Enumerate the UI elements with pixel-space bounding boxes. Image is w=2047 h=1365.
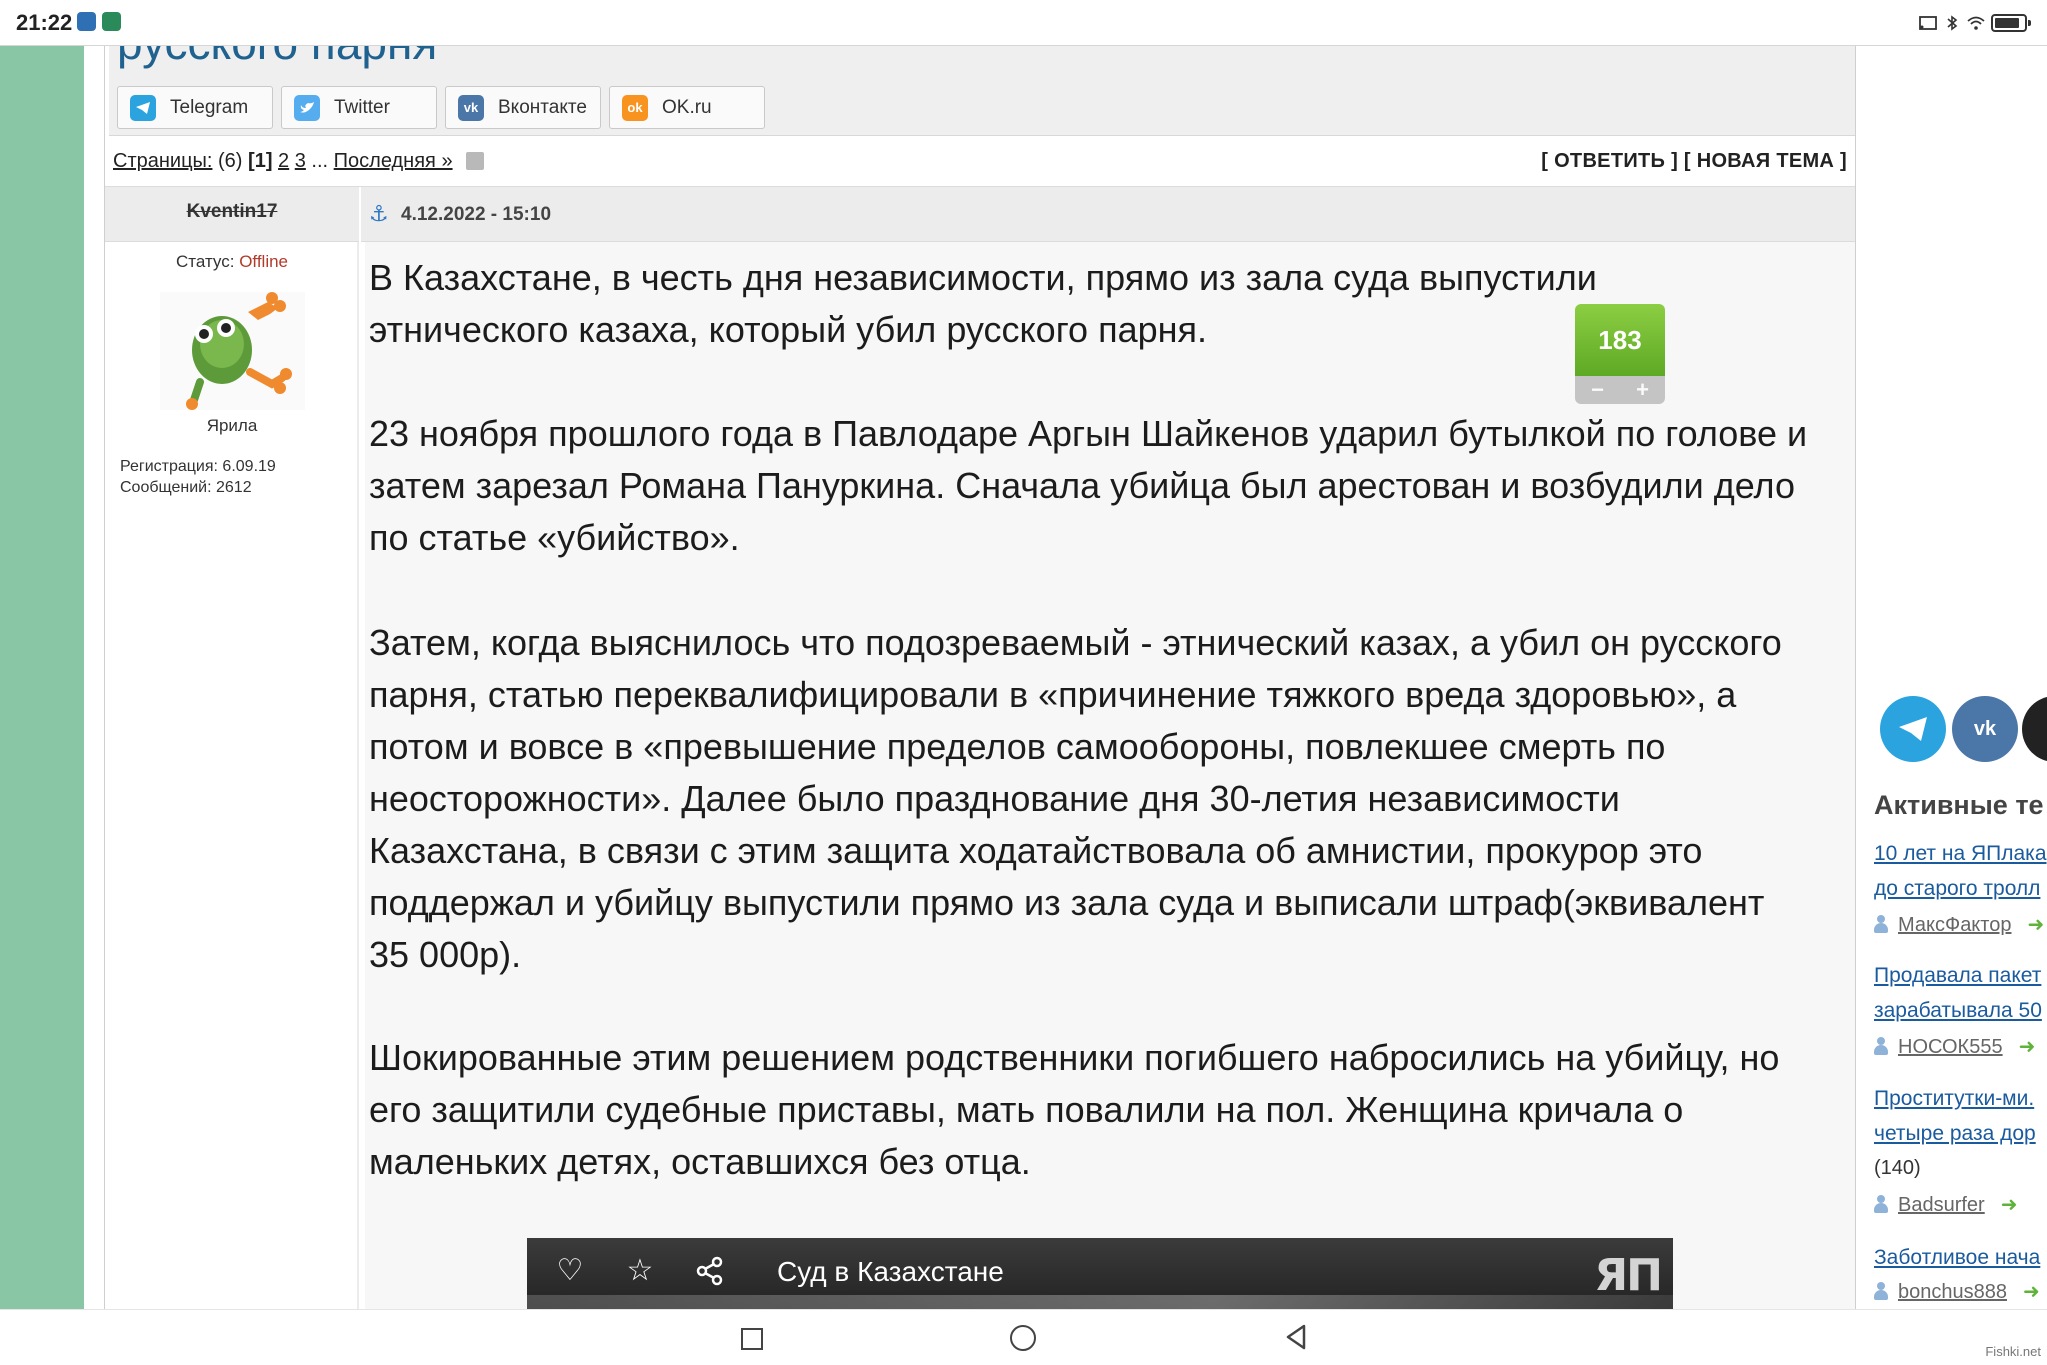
- vk-icon: vk: [458, 94, 484, 121]
- telegram-icon[interactable]: [1880, 696, 1946, 762]
- user-icon: [1874, 1037, 1888, 1055]
- share-telegram-label: Telegram: [170, 96, 249, 118]
- active-topic-3-user[interactable]: Badsurfer ➜: [1874, 1192, 2017, 1217]
- active-topic-1-line2[interactable]: до старого тролл: [1874, 877, 2040, 901]
- favorite-star-icon[interactable]: ☆: [623, 1254, 657, 1288]
- wifi-icon: [1967, 16, 1985, 30]
- pages-label[interactable]: Страницы:: [113, 150, 212, 172]
- author-panel: Статус: Offline Ярила Регистрация: 6.09.…: [105, 242, 359, 1309]
- pagination: Страницы: (6) [1] 2 3 ... Последняя »: [113, 150, 485, 173]
- active-topic-4-user[interactable]: bonchus888 ➜: [1874, 1279, 2040, 1304]
- post-paragraph-4: Шокированные этим решением родственники …: [369, 1037, 1780, 1182]
- message-count: Сообщений: 2612: [120, 479, 252, 496]
- post-author[interactable]: Kventin17: [105, 201, 359, 223]
- share-twitter-label: Twitter: [334, 96, 390, 118]
- like-icon[interactable]: ♡: [553, 1254, 587, 1288]
- ok-icon: ok: [622, 94, 648, 121]
- telegram-icon: [130, 94, 156, 121]
- rating-controls: − +: [1575, 376, 1665, 404]
- pages-count: (6): [218, 150, 243, 172]
- battery-icon: [1991, 14, 2031, 32]
- system-nav-bar: Fishki.net: [0, 1309, 2047, 1365]
- rating-minus-button[interactable]: −: [1591, 377, 1604, 403]
- active-topic-3-line1[interactable]: Проститутки-ми.: [1874, 1087, 2034, 1111]
- arrow-right-icon: ➜: [2000, 1194, 2018, 1216]
- active-topic-2-line2[interactable]: зарабатывала 50: [1874, 999, 2042, 1023]
- avatar[interactable]: [160, 292, 305, 410]
- active-topics-title: Активные те: [1874, 790, 2044, 820]
- avatar-caption: Ярила: [206, 416, 258, 435]
- share-telegram-button[interactable]: Telegram: [117, 86, 273, 129]
- post-rating: 183 − +: [1575, 304, 1665, 404]
- user-icon: [1874, 915, 1888, 933]
- video-title: Суд в Казахстане: [777, 1256, 1004, 1287]
- post-header: Kventin17 ⚓ 4.12.2022 - 15:10: [105, 186, 1855, 243]
- post-paragraph-3: Затем, когда выяснилось что подозреваемы…: [369, 622, 1782, 975]
- arrow-right-icon: ➜: [2022, 1281, 2040, 1303]
- app-notification-icon: [77, 12, 96, 31]
- video-logo: ЯП: [1594, 1250, 1663, 1301]
- page-jump-icon[interactable]: [466, 152, 485, 170]
- bluetooth-icon: [1947, 15, 1958, 31]
- recent-apps-button[interactable]: [736, 1322, 766, 1352]
- topic-title: русского парня: [117, 46, 437, 70]
- share-vk-button[interactable]: vk Вконтакте: [445, 86, 601, 129]
- home-button[interactable]: [1008, 1322, 1038, 1352]
- vk-icon[interactable]: vk: [1952, 696, 2018, 762]
- back-button[interactable]: [1282, 1322, 1312, 1352]
- rating-value: 183: [1575, 304, 1665, 376]
- active-topic-3-count: (140): [1874, 1157, 1921, 1179]
- rating-plus-button[interactable]: +: [1636, 377, 1649, 403]
- share-twitter-button[interactable]: Twitter: [281, 86, 437, 129]
- post-paragraph-1: В Казахстане, в честь дня независимости,…: [369, 257, 1597, 350]
- page-link-3[interactable]: 3: [295, 150, 306, 172]
- arrow-right-icon: ➜: [2027, 914, 2045, 936]
- status-value: Offline: [239, 252, 289, 271]
- left-background-strip: [0, 46, 84, 1309]
- status-time: 21:22: [16, 10, 73, 35]
- reply-new-topic-actions[interactable]: [ ОТВЕТИТЬ ] [ НОВАЯ ТЕМА ]: [1541, 150, 1847, 173]
- active-topic-1-user[interactable]: МаксФактор ➜: [1874, 912, 2044, 937]
- status-icons: [1919, 12, 2031, 34]
- active-topic-1-line1[interactable]: 10 лет на ЯПлака: [1874, 842, 2047, 866]
- page-link-last[interactable]: Последняя »: [334, 150, 453, 172]
- right-sidebar: vk Активные те 10 лет на ЯПлака до старо…: [1856, 46, 2047, 1309]
- share-ok-button[interactable]: ok OK.ru: [609, 86, 765, 129]
- post-paragraph-2: 23 ноября прошлого года в Павлодаре Аргы…: [369, 413, 1808, 558]
- twitter-icon: [294, 94, 320, 121]
- user-icon: [1874, 1195, 1888, 1213]
- share-bar: русского парня Telegram Twitter vk Вконт…: [109, 46, 1855, 136]
- social-icon-partial[interactable]: [2022, 696, 2047, 762]
- video-player[interactable]: ♡ ☆ Суд в Казахстане ЯП: [527, 1238, 1673, 1309]
- page-current: [1]: [248, 150, 273, 172]
- user-icon: [1874, 1282, 1888, 1300]
- share-icon[interactable]: [693, 1254, 727, 1288]
- active-topic-2-user[interactable]: НОСОК555 ➜: [1874, 1034, 2035, 1059]
- status-label: Статус:: [175, 252, 235, 271]
- author-status: Статус: Offline: [105, 252, 359, 272]
- share-vk-label: Вконтакте: [498, 96, 587, 118]
- header-divider: [359, 187, 361, 243]
- page-link-2[interactable]: 2: [278, 150, 289, 172]
- forum-main: русского парня Telegram Twitter vk Вконт…: [104, 46, 1856, 1309]
- status-bar: 21:22: [0, 0, 2047, 46]
- active-topic-2-line1[interactable]: Продавала пакет: [1874, 964, 2041, 988]
- post-date: 4.12.2022 - 15:10: [401, 204, 552, 225]
- anchor-icon[interactable]: ⚓: [369, 201, 389, 227]
- registration-date: Регистрация: 6.09.19: [120, 458, 276, 475]
- active-topic-4-line1[interactable]: Заботливое нача: [1874, 1246, 2040, 1270]
- active-topic-3-line2[interactable]: четыре раза дор: [1874, 1122, 2036, 1146]
- watermark: Fishki.net: [1985, 1344, 2041, 1359]
- cast-icon: [1919, 16, 1937, 30]
- pages-ellipsis: ...: [311, 150, 329, 172]
- app-notification-icon-2: [102, 12, 121, 31]
- arrow-right-icon: ➜: [2018, 1036, 2036, 1058]
- share-ok-label: OK.ru: [662, 96, 712, 118]
